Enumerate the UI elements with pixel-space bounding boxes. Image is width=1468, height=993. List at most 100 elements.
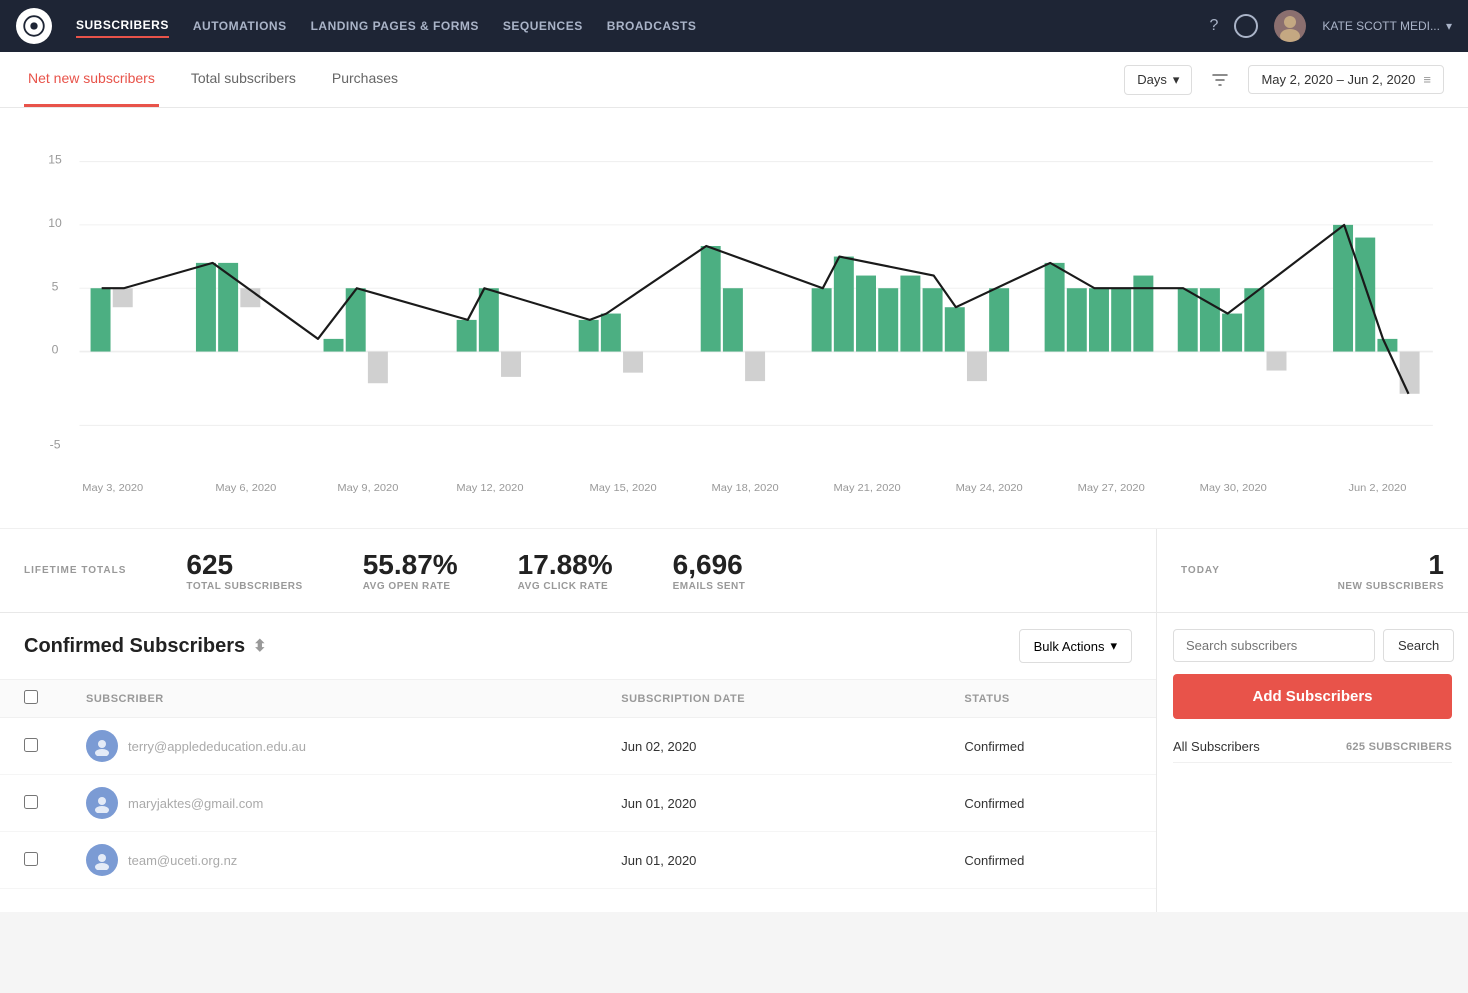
row-checkbox[interactable] (24, 852, 38, 866)
svg-text:May 15, 2020: May 15, 2020 (589, 482, 656, 494)
avg-click-rate-value: 17.88% (518, 549, 613, 581)
chart-area: 15 10 5 0 -5 (0, 108, 1468, 528)
all-subscribers-row: All Subscribers 625 SUBSCRIBERS (1173, 731, 1452, 763)
chart-container: 15 10 5 0 -5 (24, 132, 1444, 512)
navigation: SUBSCRIBERS AUTOMATIONS LANDING PAGES & … (0, 0, 1468, 52)
svg-text:15: 15 (48, 153, 62, 167)
svg-text:May 30, 2020: May 30, 2020 (1200, 482, 1267, 494)
chevron-down-icon: ▾ (1446, 19, 1452, 33)
nav-sequences[interactable]: SEQUENCES (503, 15, 583, 37)
status-cell: Confirmed (940, 775, 1156, 832)
date-range-text: May 2, 2020 – Jun 2, 2020 (1261, 72, 1415, 87)
table-title: Confirmed Subscribers (24, 635, 245, 658)
row-checkbox-cell (0, 832, 62, 889)
filter-icon[interactable] (1204, 64, 1236, 96)
days-dropdown[interactable]: Days ▾ (1124, 65, 1192, 95)
add-subscribers-button[interactable]: Add Subscribers (1173, 674, 1452, 719)
subscriber-email-text[interactable]: maryjaktes@gmail.com (128, 796, 263, 811)
search-button[interactable]: Search (1383, 629, 1454, 662)
subscribers-table: SUBSCRIBER SUBSCRIPTION DATE STATUS terr… (0, 680, 1156, 889)
avatar (86, 730, 118, 762)
nav-links: SUBSCRIBERS AUTOMATIONS LANDING PAGES & … (76, 14, 696, 38)
svg-text:May 18, 2020: May 18, 2020 (712, 482, 779, 494)
svg-text:May 6, 2020: May 6, 2020 (215, 482, 276, 494)
total-subscribers-stat: 625 TOTAL SUBSCRIBERS (186, 549, 302, 592)
subscriber-email-text[interactable]: terry@applededucation.edu.au (128, 739, 306, 754)
new-subscribers-value: 1 (1338, 549, 1444, 581)
table-row: maryjaktes@gmail.com Jun 01, 2020 Confir… (0, 775, 1156, 832)
tab-total[interactable]: Total subscribers (187, 52, 300, 107)
avatar[interactable] (1274, 10, 1306, 42)
subscriber-col-header: SUBSCRIBER (62, 680, 597, 718)
select-all-checkbox[interactable] (24, 690, 38, 704)
table-section: Confirmed Subscribers ⬍ Bulk Actions ▾ S… (0, 612, 1156, 912)
table-header-row: SUBSCRIBER SUBSCRIPTION DATE STATUS (0, 680, 1156, 718)
search-input[interactable] (1173, 629, 1375, 662)
total-subscribers-label: TOTAL SUBSCRIBERS (186, 581, 302, 592)
tabs-controls: Days ▾ May 2, 2020 – Jun 2, 2020 ≡ (1124, 64, 1444, 96)
status-cell: Confirmed (940, 832, 1156, 889)
nav-subscribers[interactable]: SUBSCRIBERS (76, 14, 169, 38)
nav-broadcasts[interactable]: BROADCASTS (607, 15, 697, 37)
nav-automations[interactable]: AUTOMATIONS (193, 15, 287, 37)
nav-right: ? KATE SCOTT MEDI... ▾ (1209, 10, 1452, 42)
svg-text:Jun 2, 2020: Jun 2, 2020 (1348, 482, 1406, 494)
date-cell: Jun 01, 2020 (597, 832, 940, 889)
avg-open-rate-value: 55.87% (363, 549, 458, 581)
avatar (86, 787, 118, 819)
date-col-header: SUBSCRIPTION DATE (597, 680, 940, 718)
table-header: Confirmed Subscribers ⬍ Bulk Actions ▾ (0, 613, 1156, 680)
row-checkbox-cell (0, 775, 62, 832)
user-name: KATE SCOTT MEDI... (1322, 19, 1440, 33)
logo[interactable] (16, 8, 52, 44)
status-cell: Confirmed (940, 718, 1156, 775)
svg-text:May 24, 2020: May 24, 2020 (956, 482, 1023, 494)
subscriber-cell: team@uceti.org.nz (62, 832, 597, 889)
row-checkbox-cell (0, 718, 62, 775)
svg-text:May 27, 2020: May 27, 2020 (1078, 482, 1145, 494)
bulk-actions-label: Bulk Actions (1034, 639, 1105, 654)
all-subscribers-label: All Subscribers (1173, 739, 1260, 754)
avg-open-rate-stat: 55.87% AVG OPEN RATE (363, 549, 458, 592)
chevron-down-icon: ▾ (1173, 72, 1180, 88)
user-menu[interactable]: KATE SCOTT MEDI... ▾ (1322, 19, 1452, 33)
table-row: terry@applededucation.edu.au Jun 02, 202… (0, 718, 1156, 775)
stats-bar: LIFETIME TOTALS 625 TOTAL SUBSCRIBERS 55… (0, 528, 1468, 612)
new-subscribers-label: NEW SUBSCRIBERS (1338, 581, 1444, 592)
today-label: TODAY (1181, 565, 1220, 576)
select-all-header (0, 680, 62, 718)
table-row: team@uceti.org.nz Jun 01, 2020 Confirmed (0, 832, 1156, 889)
tabs-bar: Net new subscribers Total subscribers Pu… (0, 52, 1468, 108)
svg-text:5: 5 (52, 280, 59, 294)
loading-spinner (1234, 14, 1258, 38)
tab-purchases[interactable]: Purchases (328, 52, 402, 107)
total-subscribers-value: 625 (186, 549, 302, 581)
new-subscribers-stat: 1 NEW SUBSCRIBERS (1338, 549, 1444, 592)
nav-landing-pages[interactable]: LANDING PAGES & FORMS (311, 15, 479, 37)
help-icon[interactable]: ? (1209, 17, 1218, 35)
row-checkbox[interactable] (24, 738, 38, 752)
subscriber-email-text[interactable]: team@uceti.org.nz (128, 853, 237, 868)
date-range-icon: ≡ (1423, 72, 1431, 87)
subscriber-cell: terry@applededucation.edu.au (62, 718, 597, 775)
svg-text:-5: -5 (50, 438, 61, 452)
svg-text:May 9, 2020: May 9, 2020 (337, 482, 398, 494)
row-checkbox[interactable] (24, 795, 38, 809)
avg-click-rate-stat: 17.88% AVG CLICK RATE (518, 549, 613, 592)
search-row: Search (1173, 629, 1452, 662)
status-col-header: STATUS (940, 680, 1156, 718)
avg-open-rate-label: AVG OPEN RATE (363, 581, 458, 592)
lifetime-label-container: LIFETIME TOTALS (24, 565, 126, 576)
main-content: Confirmed Subscribers ⬍ Bulk Actions ▾ S… (0, 612, 1468, 912)
emails-sent-value: 6,696 (673, 549, 746, 581)
date-cell: Jun 02, 2020 (597, 718, 940, 775)
tab-net-new[interactable]: Net new subscribers (24, 52, 159, 107)
bulk-actions-button[interactable]: Bulk Actions ▾ (1019, 629, 1132, 663)
days-label: Days (1137, 72, 1167, 87)
subscriber-cell: maryjaktes@gmail.com (62, 775, 597, 832)
svg-text:0: 0 (52, 343, 59, 357)
sort-icon[interactable]: ⬍ (253, 636, 266, 656)
all-subscribers-count: 625 SUBSCRIBERS (1346, 741, 1452, 753)
date-range-picker[interactable]: May 2, 2020 – Jun 2, 2020 ≡ (1248, 65, 1444, 94)
chevron-down-icon: ▾ (1110, 638, 1117, 654)
